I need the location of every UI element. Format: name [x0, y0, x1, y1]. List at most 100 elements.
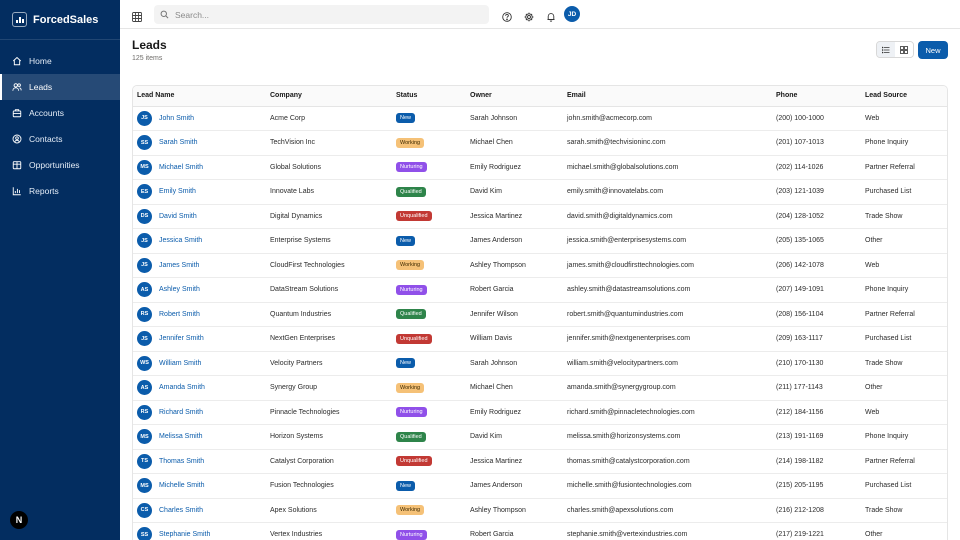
column-header[interactable]: Owner: [466, 86, 563, 107]
column-header[interactable]: Phone: [772, 86, 861, 107]
status-badge: Nurturing: [396, 284, 427, 295]
table-row[interactable]: DS David Smith Digital Dynamics Unqualified…: [133, 204, 947, 229]
lead-name-link[interactable]: Robert Smith: [159, 311, 200, 318]
table-row[interactable]: SS Stephanie Smith Vertex Industries Nurtur…: [133, 522, 947, 540]
lead-source-cell: Phone Inquiry: [861, 130, 947, 156]
phone-cell: (203) 121-1039: [772, 179, 861, 205]
avatar: DS: [137, 208, 152, 224]
sidebar-item-home[interactable]: Home: [0, 48, 120, 74]
sidebar-item-label: Accounts: [29, 108, 64, 118]
app-launcher-icon[interactable]: [132, 9, 142, 22]
table-row[interactable]: JS James Smith CloudFirst Technologies Work…: [133, 253, 947, 278]
table-row[interactable]: AS Amanda Smith Synergy Group Working Michae…: [133, 375, 947, 401]
lead-name-link[interactable]: Amanda Smith: [159, 384, 205, 391]
bar-chart-icon: [12, 186, 22, 196]
lead-source-cell: Phone Inquiry: [861, 424, 947, 450]
grid-view-button[interactable]: [895, 42, 913, 57]
sidebar-item-contacts[interactable]: Contacts: [0, 126, 120, 152]
gear-icon[interactable]: [524, 9, 534, 22]
lead-name-link[interactable]: Stephanie Smith: [159, 531, 210, 538]
owner-cell: Jennifer Wilson: [466, 302, 563, 327]
table-row[interactable]: JS Jessica Smith Enterprise Systems New Jame…: [133, 228, 947, 254]
lead-name-cell: SS Stephanie Smith: [133, 522, 266, 540]
list-view-button[interactable]: [877, 42, 895, 57]
avatar: MS: [137, 478, 152, 494]
company-cell: Innovate Labs: [266, 179, 392, 205]
lead-name-link[interactable]: Melissa Smith: [159, 433, 203, 440]
lead-name-link[interactable]: Thomas Smith: [159, 458, 204, 465]
lead-name-link[interactable]: Jennifer Smith: [159, 335, 204, 342]
status-cell: New: [392, 106, 466, 131]
status-cell: New: [392, 473, 466, 499]
phone-cell: (204) 128-1052: [772, 204, 861, 229]
phone-cell: (213) 191-1169: [772, 424, 861, 450]
lead-name-link[interactable]: William Smith: [159, 360, 201, 367]
table-row[interactable]: WS William Smith Velocity Partners New Sarah…: [133, 351, 947, 376]
framework-badge[interactable]: N: [10, 511, 28, 529]
status-badge: Working: [396, 505, 425, 516]
lead-name-link[interactable]: Emily Smith: [159, 188, 196, 195]
table-row[interactable]: TS Thomas Smith Catalyst Corporation Unqual…: [133, 449, 947, 474]
table-row[interactable]: MS Michael Smith Global Solutions Nurturing…: [133, 155, 947, 180]
email-cell: michelle.smith@fusiontechnologies.com: [563, 473, 772, 499]
lead-name-link[interactable]: David Smith: [159, 213, 197, 220]
help-icon[interactable]: [502, 9, 512, 22]
bell-icon[interactable]: [546, 9, 556, 22]
column-header[interactable]: Lead Name: [133, 86, 266, 107]
brand[interactable]: ForcedSales: [0, 0, 120, 40]
table-body: JS John Smith Acme Corp New Sarah Johnson joh…: [133, 106, 947, 540]
table-row[interactable]: RS Richard Smith Pinnacle Technologies Nurt…: [133, 400, 947, 425]
table-row[interactable]: JS John Smith Acme Corp New Sarah Johnson joh…: [133, 106, 947, 131]
search-bar[interactable]: [154, 5, 489, 24]
status-badge: New: [396, 358, 416, 369]
column-header[interactable]: Company: [266, 86, 392, 107]
lead-name-link[interactable]: Sarah Smith: [159, 139, 198, 146]
lead-name-link[interactable]: Michelle Smith: [159, 482, 205, 489]
sidebar-item-opportunities[interactable]: Opportunities: [0, 152, 120, 178]
avatar: JS: [137, 233, 152, 249]
column-header[interactable]: Email: [563, 86, 772, 107]
owner-cell: Ashley Thompson: [466, 498, 563, 523]
lead-name-link[interactable]: John Smith: [159, 115, 194, 122]
lead-name-cell: SS Sarah Smith: [133, 130, 266, 156]
lead-name-link[interactable]: Ashley Smith: [159, 286, 200, 293]
table-row[interactable]: MS Melissa Smith Horizon Systems Qualified D…: [133, 424, 947, 450]
sidebar-item-label: Opportunities: [29, 160, 80, 170]
email-cell: stephanie.smith@vertexindustries.com: [563, 522, 772, 540]
lead-name-link[interactable]: Jessica Smith: [159, 237, 202, 244]
lead-name-link[interactable]: Charles Smith: [159, 507, 203, 514]
search-input[interactable]: [175, 9, 475, 20]
bar-chart-logo-icon: [12, 12, 27, 27]
new-lead-button[interactable]: New: [918, 41, 948, 59]
table-row[interactable]: AS Ashley Smith DataStream Solutions Nurtur…: [133, 277, 947, 303]
owner-cell: David Kim: [466, 424, 563, 450]
sidebar-item-accounts[interactable]: Accounts: [0, 100, 120, 126]
email-cell: william.smith@velocitypartners.com: [563, 351, 772, 376]
lead-source-cell: Partner Referral: [861, 155, 947, 180]
topbar: JD: [120, 0, 960, 29]
sidebar-item-leads[interactable]: Leads: [0, 74, 120, 100]
table-row[interactable]: ES Emily Smith Innovate Labs Qualified David…: [133, 179, 947, 205]
status-badge: Working: [396, 260, 425, 271]
user-avatar[interactable]: JD: [564, 6, 580, 22]
column-header[interactable]: Status: [392, 86, 466, 107]
table-row[interactable]: JS Jennifer Smith NextGen Enterprises Unqua…: [133, 326, 947, 352]
table-row[interactable]: CS Charles Smith Apex Solutions Working Ashl…: [133, 498, 947, 523]
avatar: WS: [137, 355, 152, 371]
lead-name-link[interactable]: Michael Smith: [159, 164, 203, 171]
phone-cell: (215) 205-1195: [772, 473, 861, 499]
lead-name-link[interactable]: James Smith: [159, 262, 199, 269]
table-row[interactable]: SS Sarah Smith TechVision Inc Working Michae…: [133, 130, 947, 156]
email-cell: emily.smith@innovatelabs.com: [563, 179, 772, 205]
column-header[interactable]: Lead Source: [861, 86, 947, 107]
table-row[interactable]: MS Michelle Smith Fusion Technologies New Ja…: [133, 473, 947, 499]
table-row[interactable]: RS Robert Smith Quantum Industries Qualifie…: [133, 302, 947, 327]
phone-cell: (216) 212-1208: [772, 498, 861, 523]
lead-name-link[interactable]: Richard Smith: [159, 409, 203, 416]
avatar: MS: [137, 429, 152, 445]
lead-name-cell: JS Jennifer Smith: [133, 326, 266, 352]
status-cell: Nurturing: [392, 155, 466, 180]
email-cell: john.smith@acmecorp.com: [563, 106, 772, 131]
lead-name-cell: DS David Smith: [133, 204, 266, 229]
sidebar-item-reports[interactable]: Reports: [0, 178, 120, 204]
